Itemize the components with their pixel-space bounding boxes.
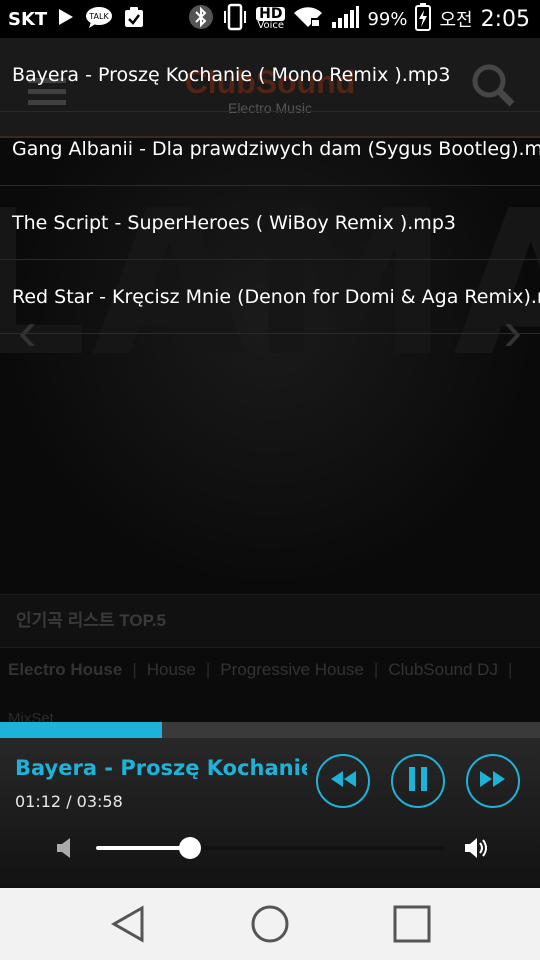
volume-slider[interactable] — [96, 837, 444, 859]
playlist-item[interactable]: The Script - SuperHeroes ( WiBoy Remix )… — [0, 186, 540, 260]
navigation-bar — [0, 888, 540, 960]
playlist-item-label: The Script - SuperHeroes ( WiBoy Remix )… — [12, 211, 456, 234]
nav-back-button[interactable] — [108, 904, 148, 944]
volume-row — [0, 830, 540, 866]
bluetooth-icon — [188, 4, 214, 34]
clipboard-check-icon — [123, 6, 145, 33]
playlist-item[interactable]: Bayera - Proszę Kochanie ( Mono Remix ).… — [0, 38, 540, 112]
hd-voice-icon: HD Voice — [256, 6, 286, 31]
playlist-item[interactable]: Red Star - Kręcisz Mnie (Denon for Domi … — [0, 260, 540, 334]
playlist-dropdown: Bayera - Proszę Kochanie ( Mono Remix ).… — [0, 38, 540, 334]
volume-high-icon — [464, 836, 490, 865]
genre-tab[interactable]: Progressive House — [220, 660, 364, 680]
rewind-icon — [328, 769, 358, 794]
music-player: Bayera - Proszę Kochanie ( Mono Remix ).… — [0, 722, 540, 888]
nav-home-button[interactable] — [250, 904, 290, 944]
battery-percent: 99% — [367, 8, 408, 30]
section-title: 인기곡 리스트 TOP.5 — [16, 611, 166, 630]
playback-progress-bar[interactable] — [0, 722, 540, 738]
recents-square-icon — [392, 905, 432, 948]
now-playing-title: Bayera - Proszę Kochanie ( Mono Remix ).… — [15, 756, 307, 780]
play-store-icon — [57, 8, 75, 31]
playlist-item-label: Bayera - Proszę Kochanie ( Mono Remix ).… — [12, 63, 451, 86]
fast-forward-button[interactable] — [466, 754, 520, 808]
genre-tabs: Electro House | House | Progressive Hous… — [8, 660, 513, 680]
time-ampm: 오전 — [439, 10, 473, 31]
clock: 2:05 — [480, 6, 530, 32]
pause-button[interactable] — [391, 754, 445, 808]
nav-recents-button[interactable] — [392, 904, 432, 944]
talk-icon: TALK — [85, 6, 113, 33]
volume-slider-fill — [96, 846, 190, 850]
back-triangle-icon — [108, 905, 148, 948]
battery-charging-icon — [415, 3, 432, 35]
wifi-icon — [293, 5, 323, 33]
genre-tab[interactable]: ClubSound DJ — [388, 660, 498, 680]
rewind-button[interactable] — [316, 754, 370, 808]
svg-text:TALK: TALK — [88, 12, 109, 21]
genre-tab[interactable]: Electro House — [8, 660, 122, 680]
playlist-item-label: Red Star - Kręcisz Mnie (Denon for Domi … — [12, 285, 540, 308]
pause-icon — [407, 765, 429, 798]
genre-tab[interactable]: House — [147, 660, 196, 680]
volume-low-icon — [56, 836, 74, 865]
playlist-item[interactable]: Gang Albanii - Dla prawdziwych dam (Sygu… — [0, 112, 540, 186]
volume-slider-thumb[interactable] — [178, 837, 201, 859]
home-circle-icon — [250, 905, 290, 948]
playlist-item-label: Gang Albanii - Dla prawdziwych dam (Sygu… — [12, 137, 540, 160]
fast-forward-icon — [478, 769, 508, 794]
status-bar: SKT TALK HD Voice 99% 오전 2:05 — [0, 0, 540, 38]
carrier-label: SKT — [8, 8, 48, 30]
vibrate-icon — [222, 3, 248, 35]
playback-progress-fill — [0, 722, 162, 738]
signal-icon — [331, 5, 360, 33]
playback-time: 01:12 / 03:58 — [15, 792, 123, 811]
